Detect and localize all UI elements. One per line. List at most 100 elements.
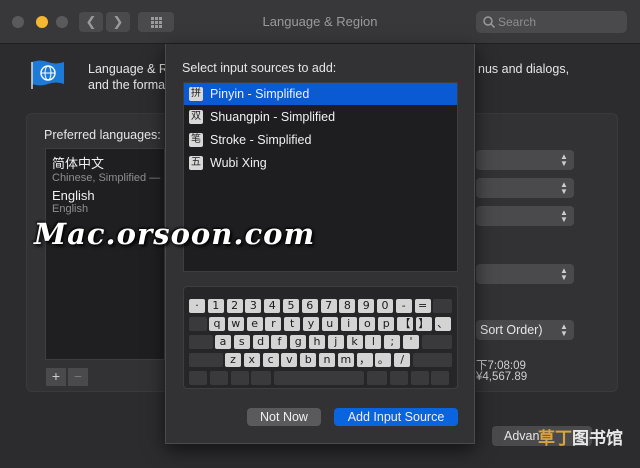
calendar-popup[interactable]: ▲ ▼ xyxy=(476,206,574,226)
keyboard-key: b xyxy=(300,353,317,367)
keyboard-key: g xyxy=(290,335,307,349)
list-item[interactable]: 简体中文 Chinese, Simplified — xyxy=(52,153,160,184)
up-down-chevron-icon: ▲ ▼ xyxy=(560,208,568,224)
keyboard-key: v xyxy=(281,353,298,367)
list-item[interactable]: 双 Shuangpin - Simplified xyxy=(184,106,457,128)
system-preferences-window: ❮ ❯ Language & Region Search Language & … xyxy=(0,0,640,468)
keyboard-key: 3 xyxy=(245,299,262,313)
keyboard-modifier-key xyxy=(189,335,213,349)
list-item[interactable]: 五 Wubi Xing xyxy=(184,152,457,174)
add-input-source-button[interactable]: Add Input Source xyxy=(334,408,458,426)
stroke-icon: 笔 xyxy=(189,133,203,147)
wubi-icon: 五 xyxy=(189,156,203,170)
keyboard-modifier-key xyxy=(389,371,408,385)
keyboard-key: q xyxy=(209,317,225,331)
keyboard-modifier-key xyxy=(413,353,452,367)
title-bar: ❮ ❯ Language & Region Search xyxy=(0,0,640,44)
keyboard-key: 7 xyxy=(320,299,337,313)
search-icon xyxy=(483,16,496,29)
keyboard-layout-preview: · 1 2 3 4 5 6 7 8 9 0- = q w e r t y u i o p 【】、 a s d f g h j k l; ' z x c… xyxy=(183,286,458,389)
keyboard-key: 0 xyxy=(377,299,393,313)
keyboard-key: 4 xyxy=(264,299,281,313)
keyboard-modifier-key xyxy=(189,353,223,367)
keyboard-key: y xyxy=(303,317,319,331)
add-language-button[interactable]: + xyxy=(46,368,66,386)
watermark-logo: 草丁图书馆 xyxy=(538,429,623,448)
keyboard-key: k xyxy=(346,335,363,349)
region-popup[interactable]: ▲ ▼ xyxy=(476,150,574,170)
keyboard-key: · xyxy=(189,299,205,313)
keyboard-key: 1 xyxy=(207,299,224,313)
number-format-sample: ¥4,567.89 xyxy=(476,371,528,383)
keyboard-modifier-key xyxy=(431,371,450,385)
up-down-chevron-icon: ▲ ▼ xyxy=(560,266,568,282)
keyboard-key: m xyxy=(337,353,354,367)
list-sort-order-popup[interactable]: Sort Order) ▲ ▼ xyxy=(476,320,574,340)
keyboard-key: z xyxy=(225,353,241,367)
keyboard-key: = xyxy=(414,299,431,313)
keyboard-key: f xyxy=(271,335,288,349)
list-item[interactable]: English English xyxy=(52,188,95,215)
keyboard-key: 5 xyxy=(283,299,299,313)
up-down-chevron-icon: ▲ ▼ xyxy=(560,152,568,168)
keyboard-key: ; xyxy=(384,335,401,349)
keyboard-modifier-key xyxy=(209,371,228,385)
pinyin-icon: 拼 xyxy=(189,87,203,101)
keyboard-key: 8 xyxy=(339,299,356,313)
keyboard-modifier-key xyxy=(410,371,429,385)
keyboard-key: ' xyxy=(403,335,419,349)
keyboard-key: 。 xyxy=(375,353,392,367)
preferred-languages-label: Preferred languages: xyxy=(44,128,161,142)
keyboard-key: 2 xyxy=(226,299,243,313)
keyboard-key: l xyxy=(365,335,382,349)
keyboard-key: a xyxy=(215,335,231,349)
keyboard-modifier-key xyxy=(433,299,452,313)
keyboard-key: e xyxy=(246,317,263,331)
keyboard-key: 、 xyxy=(434,317,451,331)
keyboard-key: r xyxy=(265,317,282,331)
keyboard-key: 6 xyxy=(301,299,318,313)
sheet-title: Select input sources to add: xyxy=(182,61,337,75)
shuangpin-icon: 双 xyxy=(189,110,203,124)
pane-description-line1-end: nus and dialogs, xyxy=(478,62,570,76)
keyboard-key: / xyxy=(394,353,411,367)
keyboard-key: j xyxy=(327,335,344,349)
keyboard-key: 9 xyxy=(358,299,375,313)
list-item[interactable]: 笔 Stroke - Simplified xyxy=(184,129,457,151)
keyboard-key: n xyxy=(319,353,335,367)
search-field[interactable]: Search xyxy=(476,11,627,33)
keyboard-key: w xyxy=(227,317,244,331)
keyboard-key: 【 xyxy=(397,317,413,331)
first-day-popup[interactable]: ▲ ▼ xyxy=(476,178,574,198)
list-item[interactable]: 拼 Pinyin - Simplified xyxy=(184,83,457,105)
keyboard-key: i xyxy=(340,317,357,331)
keyboard-key: d xyxy=(252,335,269,349)
keyboard-modifier-key xyxy=(189,371,207,385)
keyboard-key: 】 xyxy=(415,317,432,331)
keyboard-space-bar xyxy=(274,371,365,385)
up-down-chevron-icon: ▲ ▼ xyxy=(560,180,568,196)
keyboard-modifier-key xyxy=(367,371,387,385)
language-flag-icon xyxy=(31,60,64,89)
remove-language-button[interactable]: − xyxy=(68,368,88,386)
up-down-chevron-icon: ▲ ▼ xyxy=(560,322,568,338)
pane-description-line1: Language & R xyxy=(88,62,168,76)
keyboard-key: o xyxy=(359,317,376,331)
temperature-popup[interactable]: ▲ ▼ xyxy=(476,264,574,284)
keyboard-modifier-key xyxy=(251,371,272,385)
keyboard-key: s xyxy=(233,335,250,349)
keyboard-key: x xyxy=(243,353,260,367)
keyboard-key: t xyxy=(284,317,301,331)
preferred-languages-list[interactable]: 简体中文 Chinese, Simplified — English Engli… xyxy=(45,148,165,360)
keyboard-key: h xyxy=(309,335,325,349)
keyboard-modifier-key xyxy=(421,335,452,349)
keyboard-key: u xyxy=(321,317,338,331)
keyboard-key: - xyxy=(395,299,412,313)
not-now-button[interactable]: Not Now xyxy=(247,408,321,426)
keyboard-key: ， xyxy=(356,353,373,367)
pane-description-line2: and the forma xyxy=(88,78,166,92)
watermark-text: Mac.orsoon.com xyxy=(34,217,316,251)
keyboard-key: c xyxy=(262,353,279,367)
keyboard-modifier-key xyxy=(189,317,207,331)
search-placeholder: Search xyxy=(498,15,537,29)
